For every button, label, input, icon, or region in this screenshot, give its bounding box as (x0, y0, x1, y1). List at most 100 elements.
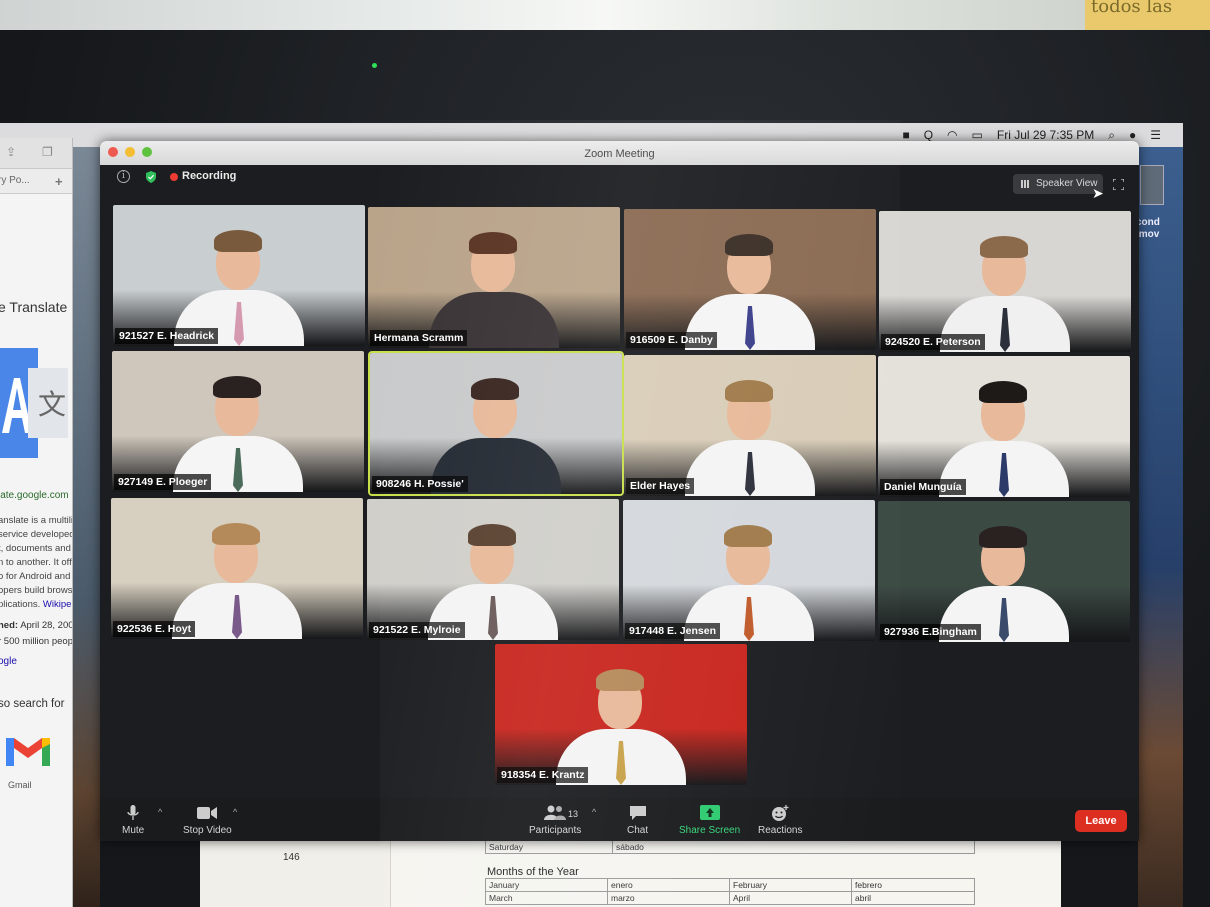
participant-video-tile[interactable]: Daniel Munguía (878, 356, 1130, 497)
participant-video-tile[interactable]: 927936 E.Bingham (878, 501, 1130, 642)
snippet-line: plications. (0, 599, 41, 610)
participant-video-tile[interactable]: 916509 E. Danby (624, 209, 876, 350)
wifi-icon[interactable]: ◠ (947, 128, 957, 142)
participant-video-tile[interactable]: Elder Hayes (624, 355, 876, 496)
info-icon[interactable]: i (117, 170, 130, 183)
participant-video-tile[interactable]: 921527 E. Headrick (113, 205, 365, 346)
zoom-icon[interactable]: ■ (902, 128, 909, 142)
share-screen-label: Share Screen (679, 825, 741, 836)
table-cell: abril (851, 891, 975, 905)
participant-name-label: Elder Hayes (626, 478, 695, 494)
weekday-table: Saturday sábado (485, 840, 975, 854)
zoom-titlebar: Zoom Meeting (100, 141, 1139, 165)
share-screen-icon (699, 805, 720, 820)
browser-window: ⇪ ❐ ry Po... + e Translate 文 late.google… (0, 138, 73, 907)
close-window-icon[interactable] (108, 147, 118, 157)
participants-options-chevron-icon[interactable]: ^ (592, 807, 596, 817)
shield-icon[interactable] (146, 171, 156, 183)
months-heading: Months of the Year (487, 866, 579, 878)
speaker-view-label: Speaker View (1036, 178, 1098, 189)
recording-dot-icon (170, 173, 178, 181)
google-translate-logo: 文 (0, 348, 68, 458)
participant-hair (213, 376, 261, 398)
user-icon[interactable]: ● (1129, 128, 1136, 142)
participant-name-label: 927936 E.Bingham (880, 624, 981, 640)
launched-info: hed: April 28, 200 r 500 million peop (0, 618, 73, 650)
speaker-view-button[interactable]: Speaker View (1013, 174, 1103, 194)
stop-video-button[interactable]: Stop Video (183, 805, 232, 836)
result-snippet: anslate is a multilin service developed … (0, 514, 73, 612)
browser-tabbar: ⇪ ❐ (0, 138, 72, 169)
window-title: Zoom Meeting (584, 148, 655, 160)
tabs-icon[interactable]: ❐ (42, 145, 53, 159)
participant-video-tile[interactable]: 927149 E. Ploeger (112, 351, 364, 492)
launched-value: April 28, 200 (20, 620, 73, 631)
grid-icon (1021, 180, 1030, 188)
participant-video-tile[interactable]: 921522 E. Mylroie (367, 499, 619, 640)
participant-video-tile[interactable]: 908246 H. Possie' (368, 351, 624, 496)
participant-video-tile[interactable]: Hermana Scramm (368, 207, 620, 348)
participant-hair (979, 526, 1027, 548)
participant-video-tile[interactable]: 918354 E. Krantz (495, 644, 747, 785)
gmail-icon[interactable] (4, 734, 52, 768)
table-cell: February (729, 878, 852, 892)
gmail-label: Gmail (8, 780, 32, 790)
airplay-icon[interactable]: ▭ (972, 128, 983, 142)
google-link[interactable]: ogle (0, 656, 17, 667)
snippet-line: anslate is a multilin (0, 515, 73, 526)
minimize-window-icon[interactable] (125, 147, 135, 157)
participant-hair (725, 380, 773, 402)
q-icon[interactable]: Q (924, 128, 933, 142)
chat-label: Chat (627, 825, 649, 836)
table-cell: March (485, 891, 608, 905)
participant-name-label: Daniel Munguía (880, 479, 966, 495)
users-line: r 500 million peop (0, 636, 73, 647)
desktop-file-label: cond .mov (1136, 217, 1160, 241)
browser-tab-title: ry Po... (0, 175, 30, 186)
participant-name-label: 917448 E. Jensen (625, 623, 720, 639)
menu-clock[interactable]: Fri Jul 29 7:35 PM (997, 128, 1094, 142)
leave-button[interactable]: Leave (1075, 810, 1127, 832)
table-cell: Saturday (485, 840, 613, 854)
participant-name-label: Hermana Scramm (370, 330, 468, 346)
participant-video-tile[interactable]: 917448 E. Jensen (623, 500, 875, 641)
participant-video-tile[interactable]: 924520 E. Peterson (879, 211, 1131, 352)
participant-video-tile[interactable]: 922536 E. Hoyt (111, 498, 363, 639)
share-screen-button[interactable]: Share Screen (679, 805, 740, 836)
desktop-file-icon[interactable] (1140, 165, 1164, 205)
participant-name-label: 918354 E. Krantz (497, 767, 589, 783)
list-icon[interactable]: ☰ (1150, 128, 1161, 142)
table-cell: April (729, 891, 852, 905)
desktop-file-label-line2: .mov (1136, 229, 1160, 240)
participant-hair (212, 523, 260, 545)
wikipedia-link[interactable]: Wikipe (43, 599, 72, 610)
meeting-toolbar: Mute ^ Stop Video ^ Participants 13 ^ Ch… (100, 797, 1139, 841)
page-number: 146 (283, 852, 300, 863)
participant-hair (469, 232, 517, 254)
share-icon[interactable]: ⇪ (6, 145, 16, 159)
participant-hair (724, 525, 772, 547)
table-cell: January (485, 878, 608, 892)
reactions-button[interactable]: Reactions (758, 805, 802, 836)
result-heading[interactable]: e Translate (0, 299, 67, 315)
new-tab-icon[interactable]: + (55, 174, 63, 189)
paper-document: 146 Saturday sábado Months of the Year Ja… (200, 830, 1061, 907)
table-cell: enero (607, 878, 730, 892)
chat-button[interactable]: Chat (627, 805, 648, 836)
svg-text:文: 文 (38, 388, 66, 421)
audio-options-chevron-icon[interactable]: ^ (158, 807, 162, 817)
result-url[interactable]: late.google.com (0, 490, 69, 501)
participant-hair (979, 381, 1027, 403)
recording-label[interactable]: Recording (182, 170, 236, 182)
table-cell: marzo (607, 891, 730, 905)
participant-hair (725, 234, 773, 256)
maximize-window-icon[interactable] (142, 147, 152, 157)
months-table: January enero February febrero March mar… (485, 878, 975, 905)
mute-button[interactable]: Mute (122, 805, 144, 836)
fullscreen-icon[interactable] (1113, 179, 1124, 190)
participant-name-label: 916509 E. Danby (626, 332, 717, 348)
video-options-chevron-icon[interactable]: ^ (233, 807, 237, 817)
browser-tab[interactable]: ry Po... + (0, 169, 72, 194)
participant-hair (980, 236, 1028, 258)
participant-hair (471, 378, 519, 400)
